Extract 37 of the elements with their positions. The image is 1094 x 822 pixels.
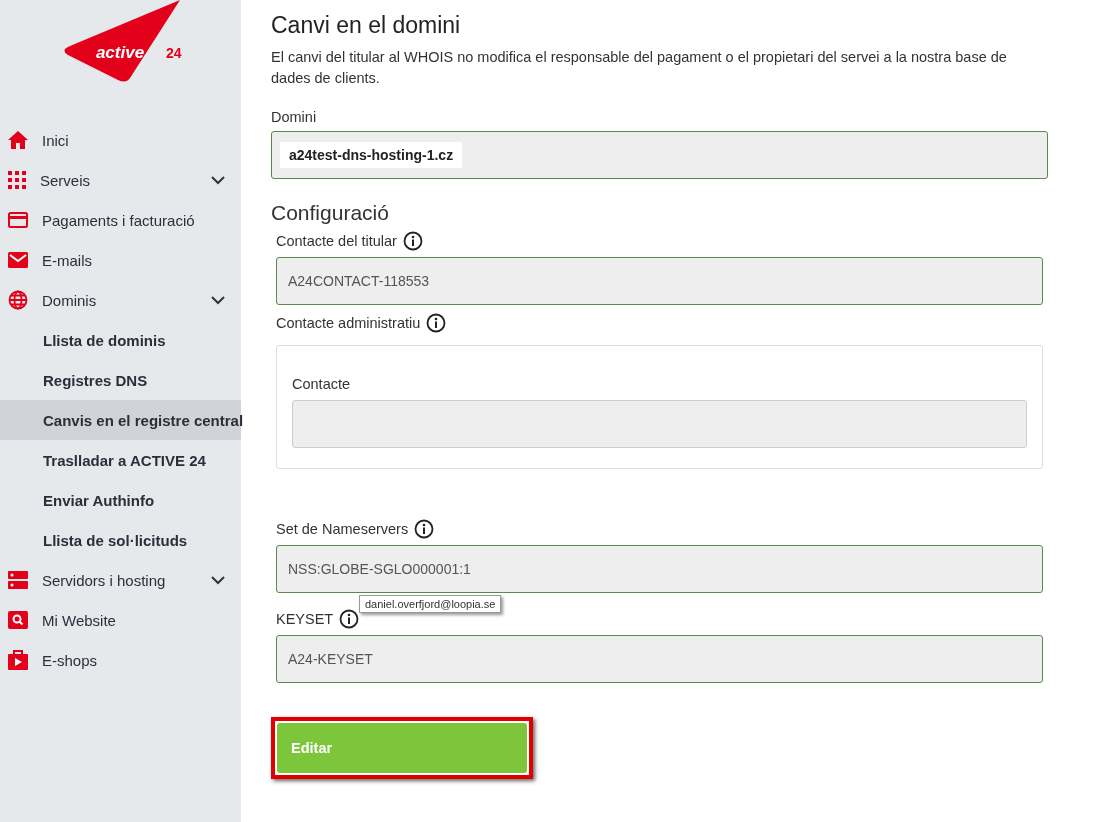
nav-item[interactable]: E-mails	[0, 240, 241, 280]
grid-icon	[8, 171, 26, 189]
nav-item[interactable]: Serveis	[0, 160, 241, 200]
globe-icon	[8, 290, 28, 310]
nav-subitem[interactable]: Llista de dominis	[0, 320, 241, 360]
nav-item[interactable]: Servidors i hosting	[0, 560, 241, 600]
input-field[interactable]: A24-KEYSET	[276, 635, 1043, 683]
nav-subitem[interactable]: Canvis en el registre central	[0, 400, 241, 440]
credit-card-icon	[8, 212, 28, 228]
description: El canvi del titular al WHOIS no modifica el responsable del pagament o el propietari del servei a la nostra base de dades de clients.	[271, 48, 1008, 88]
field-label: Contacte del titular	[276, 233, 397, 249]
nav-item[interactable]: Dominis	[0, 280, 241, 320]
server-icon	[8, 571, 28, 589]
nav-item[interactable]: Pagaments i facturació	[0, 200, 241, 240]
field-label: Contacte administratiu	[276, 315, 421, 331]
input-field[interactable]	[292, 400, 1027, 448]
field-label: Set de Nameservers	[276, 521, 409, 537]
shopping-bag-icon	[8, 650, 28, 670]
nav-item[interactable]: Mi Website	[0, 600, 241, 640]
nav-item[interactable]: E-shops	[0, 640, 241, 680]
input-field[interactable]: A24CONTACT-118553	[276, 257, 1043, 305]
field-label: Domini	[271, 109, 318, 125]
nav-subitem[interactable]: Registres DNS	[0, 360, 241, 400]
field-label: Contacte	[292, 376, 352, 392]
nav-subitem[interactable]: Enviar Authinfo	[0, 480, 241, 520]
nav-subitem[interactable]: Llista de sol·licituds	[0, 520, 241, 560]
domain-chip: a24test-dns-hosting-1.cz	[280, 142, 463, 168]
page-title: Canvi en el domini	[271, 12, 462, 39]
home-icon	[8, 131, 28, 149]
nav-subitem[interactable]: Traslladar a ACTIVE 24	[0, 440, 241, 480]
search-icon	[8, 611, 28, 629]
nav-item[interactable]: Inici	[0, 120, 241, 160]
envelope-icon	[8, 252, 28, 268]
section-title: Configuració	[271, 201, 390, 225]
field-label: KEYSET	[276, 611, 334, 627]
input-field[interactable]: NSS:GLOBE-SGLO000001:1	[276, 545, 1043, 593]
tooltip: daniel.overfjord@loopia.se	[359, 595, 502, 613]
